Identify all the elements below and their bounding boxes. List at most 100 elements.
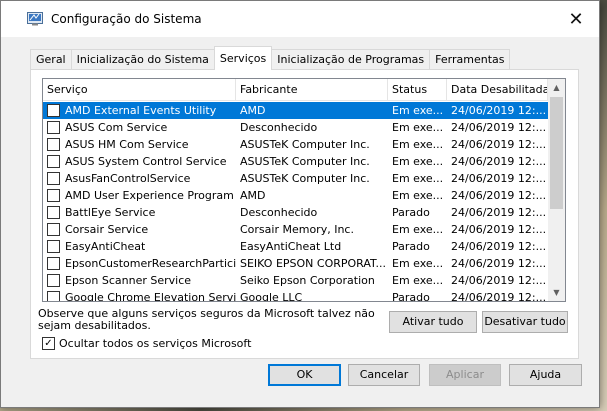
service-cell: AMD User Experience Program L...	[43, 187, 236, 204]
date-disabled-cell: 24/06/2019 12:...	[451, 104, 547, 117]
status-cell: Em exe...	[392, 172, 444, 185]
service-name: ASUS Com Service	[65, 121, 168, 134]
scroll-down-arrow-icon[interactable]: ▼	[548, 284, 565, 301]
service-checkbox[interactable]	[47, 138, 60, 151]
tab-inicializacao-de-programas[interactable]: Inicialização de Programas	[271, 49, 431, 70]
service-checkbox[interactable]	[47, 291, 60, 301]
column-header-manufacturer[interactable]: Fabricante	[236, 79, 388, 101]
service-checkbox[interactable]	[47, 172, 60, 185]
manufacturer-cell: Seiko Epson Corporation	[240, 274, 375, 287]
table-row[interactable]: AMD External Events Utility AMD Em exe... 2…	[43, 102, 549, 119]
table-row[interactable]: Corsair Service Corsair Memory, Inc. Em ex…	[43, 221, 549, 238]
msconfig-app-icon	[27, 12, 43, 26]
service-checkbox[interactable]	[47, 189, 60, 202]
service-name: Epson Scanner Service	[65, 274, 192, 287]
service-cell: BattlEye Service	[43, 204, 236, 221]
hide-microsoft-services[interactable]: ✓ Ocultar todos os serviços Microsoft	[42, 337, 251, 350]
manufacturer-cell: SEIKO EPSON CORPORAT...	[240, 257, 386, 270]
column-header-service[interactable]: Serviço	[43, 79, 236, 101]
scrollbar-thumb[interactable]	[550, 97, 563, 209]
service-name: EpsonCustomerResearchParticip...	[65, 257, 236, 270]
service-checkbox[interactable]	[47, 155, 60, 168]
column-header-status[interactable]: Status	[388, 79, 447, 101]
service-checkbox[interactable]	[47, 257, 60, 270]
manufacturer-cell: AMD	[240, 189, 266, 202]
service-cell: AMD External Events Utility	[43, 102, 236, 119]
table-row[interactable]: Google Chrome Elevation Service Google LL…	[43, 289, 549, 302]
table-row[interactable]: AsusFanControlService ASUSTeK Computer In…	[43, 170, 549, 187]
tab-ferramentas[interactable]: Ferramentas	[429, 49, 511, 70]
manufacturer-cell: ASUSTeK Computer Inc.	[240, 138, 370, 151]
table-row[interactable]: BattlEye Service Desconhecido Parado 24/06/…	[43, 204, 549, 221]
service-cell: ASUS HM Com Service	[43, 136, 236, 153]
manufacturer-cell: Desconhecido	[240, 206, 318, 219]
service-name: AMD User Experience Program L...	[65, 189, 236, 202]
status-cell: Em exe...	[392, 104, 444, 117]
cancel-button[interactable]: Cancelar	[348, 364, 420, 386]
hide-microsoft-checkbox[interactable]: ✓	[42, 337, 55, 350]
tab-geral[interactable]: Geral	[30, 49, 72, 70]
checkmark-icon: ✓	[44, 337, 53, 349]
list-rows: AMD External Events Utility AMD Em exe... 2…	[43, 102, 549, 302]
service-checkbox[interactable]	[47, 206, 60, 219]
service-name: BattlEye Service	[65, 206, 156, 219]
enable-all-button[interactable]: Ativar tudo	[389, 311, 477, 333]
date-disabled-cell: 24/06/2019 12:...	[451, 172, 547, 185]
service-name: Corsair Service	[65, 223, 149, 236]
column-header-date-disabled[interactable]: Data Desabilitada	[447, 79, 548, 101]
status-cell: Em exe...	[392, 138, 444, 151]
tab-inicializacao-do-sistema[interactable]: Inicialização do Sistema	[70, 49, 215, 70]
close-icon: ✕	[568, 8, 584, 30]
microsoft-services-note: Observe que alguns serviços seguros da M…	[38, 307, 375, 332]
table-row[interactable]: Epson Scanner Service Seiko Epson Corpora…	[43, 272, 549, 289]
service-name: ASUS System Control Service	[65, 155, 227, 168]
service-checkbox[interactable]	[47, 121, 60, 134]
service-cell: AsusFanControlService	[43, 170, 236, 187]
status-cell: Em exe...	[392, 274, 444, 287]
hide-microsoft-label: Ocultar todos os serviços Microsoft	[59, 337, 252, 350]
vertical-scrollbar[interactable]: ▲ ▼	[548, 79, 565, 301]
manufacturer-cell: EasyAntiCheat Ltd	[240, 240, 342, 253]
apply-button[interactable]: Aplicar	[429, 364, 501, 386]
service-cell: ASUS System Control Service	[43, 153, 236, 170]
title-bar[interactable]: Configuração do Sistema ✕	[1, 1, 599, 37]
table-row[interactable]: EpsonCustomerResearchParticip... SEIKO EP…	[43, 255, 549, 272]
date-disabled-cell: 24/06/2019 12:...	[451, 257, 547, 270]
service-cell: Epson Scanner Service	[43, 272, 236, 289]
help-button[interactable]: Ajuda	[509, 364, 582, 386]
close-button[interactable]: ✕	[553, 1, 599, 37]
service-cell: ASUS Com Service	[43, 119, 236, 136]
disable-all-button[interactable]: Desativar tudo	[482, 311, 568, 333]
service-checkbox[interactable]	[47, 223, 60, 236]
status-cell: Parado	[392, 206, 430, 219]
date-disabled-cell: 24/06/2019 12:...	[451, 291, 547, 302]
service-checkbox[interactable]	[47, 274, 60, 287]
service-name: AMD External Events Utility	[65, 104, 217, 117]
service-cell: EasyAntiCheat	[43, 238, 236, 255]
table-row[interactable]: AMD User Experience Program L... AMD Em ex…	[43, 187, 549, 204]
ok-button[interactable]: OK	[268, 364, 341, 386]
manufacturer-cell: Corsair Memory, Inc.	[240, 223, 354, 236]
table-row[interactable]: ASUS Com Service Desconhecido Em exe... 24/…	[43, 119, 549, 136]
scroll-up-arrow-icon[interactable]: ▲	[548, 79, 565, 96]
date-disabled-cell: 24/06/2019 12:...	[451, 223, 547, 236]
manufacturer-cell: AMD	[240, 104, 266, 117]
services-listview[interactable]: Serviço Fabricante Status Data Desabilit…	[42, 78, 566, 302]
status-cell: Em exe...	[392, 121, 444, 134]
table-row[interactable]: ASUS System Control Service ASUSTeK Compu…	[43, 153, 549, 170]
date-disabled-cell: 24/06/2019 12:...	[451, 189, 547, 202]
tab-servicos[interactable]: Serviços	[213, 46, 273, 70]
status-cell: Parado	[392, 291, 430, 302]
service-cell: EpsonCustomerResearchParticip...	[43, 255, 236, 272]
service-checkbox[interactable]	[47, 104, 60, 117]
date-disabled-cell: 24/06/2019 12:...	[451, 155, 547, 168]
service-cell: Google Chrome Elevation Service	[43, 289, 236, 301]
service-checkbox[interactable]	[47, 240, 60, 253]
table-row[interactable]: ASUS HM Com Service ASUSTeK Computer Inc.…	[43, 136, 549, 153]
tab-strip: Geral Inicialização do Sistema Serviços …	[30, 46, 511, 70]
table-row[interactable]: EasyAntiCheat EasyAntiCheat Ltd Parado 24/0…	[43, 238, 549, 255]
date-disabled-cell: 24/06/2019 12:...	[451, 240, 547, 253]
status-cell: Parado	[392, 240, 430, 253]
service-name: EasyAntiCheat	[65, 240, 146, 253]
list-header: Serviço Fabricante Status Data Desabilit…	[43, 79, 565, 101]
